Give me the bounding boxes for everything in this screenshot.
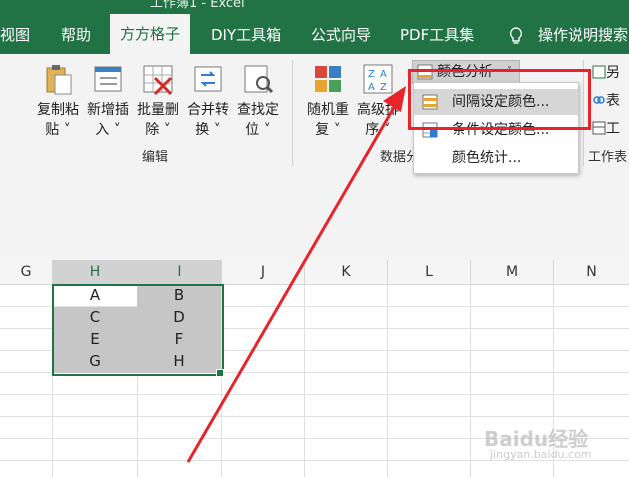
annotation-arrow [186,86,406,463]
